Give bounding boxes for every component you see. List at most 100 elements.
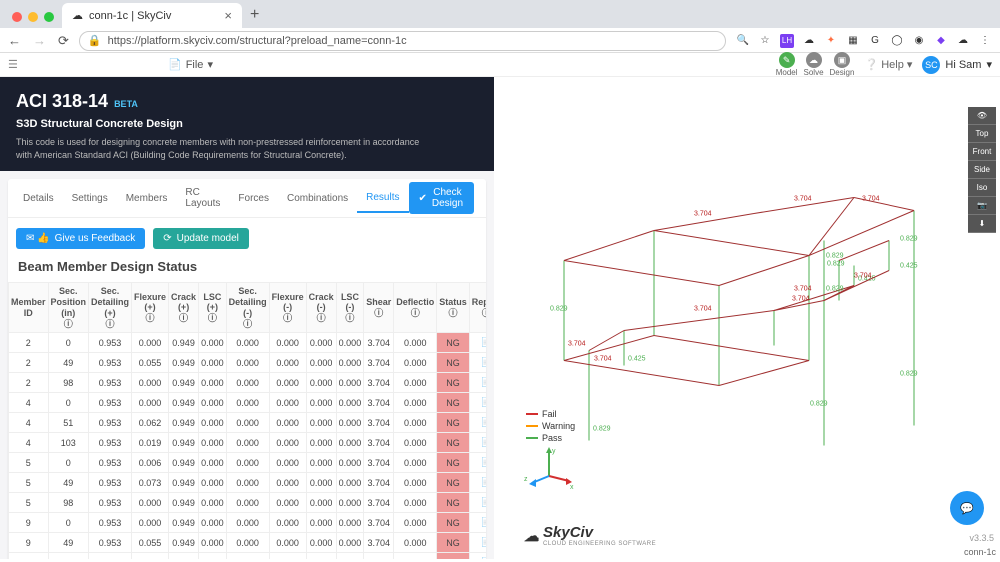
update-model-button[interactable]: ⟳ Update model bbox=[153, 228, 249, 249]
ext-icon[interactable]: ☁ bbox=[802, 34, 816, 48]
file-label: File bbox=[186, 59, 204, 71]
browser-tab[interactable]: ☁ conn-1c | SkyCiv × bbox=[62, 3, 242, 28]
tab-members[interactable]: Members bbox=[117, 185, 177, 212]
svg-text:0.829: 0.829 bbox=[900, 371, 918, 378]
tab-results[interactable]: Results bbox=[357, 184, 408, 213]
table-row: 4510.9530.0620.9490.0000.0000.0000.0000.… bbox=[9, 413, 487, 433]
svg-text:3.704: 3.704 bbox=[794, 196, 812, 203]
ext-icon[interactable]: ☁ bbox=[956, 34, 970, 48]
menu-icon[interactable]: ⋮ bbox=[978, 34, 992, 48]
report-icon[interactable]: 📄 bbox=[481, 437, 486, 447]
check-design-button[interactable]: ✔ Check Design bbox=[409, 182, 475, 214]
tab-settings[interactable]: Settings bbox=[63, 185, 117, 212]
status-cell: NG bbox=[437, 493, 470, 513]
svg-text:3.704: 3.704 bbox=[594, 356, 612, 363]
maximize-window-icon[interactable] bbox=[44, 12, 54, 22]
report-icon[interactable]: 📄 bbox=[481, 337, 486, 347]
code-subtitle: S3D Structural Concrete Design bbox=[16, 118, 478, 130]
ext-icon[interactable]: ◯ bbox=[890, 34, 904, 48]
forward-icon[interactable]: → bbox=[33, 33, 46, 49]
status-cell: NG bbox=[437, 473, 470, 493]
close-window-icon[interactable] bbox=[12, 12, 22, 22]
menu-icon[interactable]: ☰ bbox=[8, 58, 28, 71]
address-bar[interactable]: 🔒 https://platform.skyciv.com/structural… bbox=[79, 31, 726, 51]
ext-icon[interactable]: ◉ bbox=[912, 34, 926, 48]
file-menu[interactable]: 📄 File ▾ bbox=[168, 58, 213, 71]
col-header: Member ID bbox=[9, 283, 49, 333]
report-icon[interactable]: 📄 bbox=[481, 497, 486, 507]
report-icon[interactable]: 📄 bbox=[481, 477, 486, 487]
status-cell: NG bbox=[437, 453, 470, 473]
svg-text:0.829: 0.829 bbox=[900, 236, 918, 243]
view-download-button[interactable]: ⬇ bbox=[968, 215, 996, 233]
legend-fail: Fail bbox=[542, 409, 557, 419]
report-icon[interactable]: 📄 bbox=[481, 517, 486, 527]
view-camera-button[interactable]: 📷 bbox=[968, 197, 996, 215]
col-header: Deflectio ⓘ bbox=[394, 283, 437, 333]
new-tab-button[interactable]: + bbox=[242, 2, 267, 28]
report-icon[interactable]: 📄 bbox=[481, 417, 486, 427]
results-table-wrap[interactable]: Member IDSec. Position (in) ⓘSec. Detail… bbox=[8, 282, 486, 559]
tab-forces[interactable]: Forces bbox=[229, 185, 278, 212]
chevron-down-icon: ▾ bbox=[207, 58, 213, 71]
report-icon[interactable]: 📄 bbox=[481, 457, 486, 467]
browser-chrome: ☁ conn-1c | SkyCiv × + ← → ⟳ 🔒 https://p… bbox=[0, 0, 1000, 53]
user-menu[interactable]: SC Hi Sam ▾ bbox=[922, 56, 992, 74]
mode-solve[interactable]: ☁Solve bbox=[804, 52, 824, 77]
search-icon[interactable]: 🔍 bbox=[736, 34, 750, 48]
ext-icon[interactable]: ◆ bbox=[934, 34, 948, 48]
results-table: Member IDSec. Position (in) ⓘSec. Detail… bbox=[8, 282, 486, 559]
report-icon[interactable]: 📄 bbox=[481, 397, 486, 407]
report-icon[interactable]: 📄 bbox=[481, 357, 486, 367]
ext-icon[interactable]: ▦ bbox=[846, 34, 860, 48]
table-row: 900.9530.0000.9490.0000.0000.0000.0000.0… bbox=[9, 513, 487, 533]
close-tab-icon[interactable]: × bbox=[224, 8, 232, 23]
status-cell: NG bbox=[437, 353, 470, 373]
svg-text:y: y bbox=[552, 448, 556, 455]
feedback-button[interactable]: ✉ 👍 Give us Feedback bbox=[16, 228, 145, 249]
star-icon[interactable]: ☆ bbox=[758, 34, 772, 48]
view-eye-button[interactable]: 👁 bbox=[968, 107, 996, 125]
viewer-3d[interactable]: 👁 Top Front Side Iso 📷 ⬇ 0.829 0.829 0.8… bbox=[494, 77, 1000, 559]
view-controls: 👁 Top Front Side Iso 📷 ⬇ bbox=[968, 107, 996, 233]
tab-title: conn-1c | SkyCiv bbox=[89, 10, 171, 22]
col-header: Flexure (+) ⓘ bbox=[132, 283, 169, 333]
svg-text:3.704: 3.704 bbox=[694, 306, 712, 313]
view-iso-button[interactable]: Iso bbox=[968, 179, 996, 197]
reload-icon[interactable]: ⟳ bbox=[58, 33, 69, 49]
window-controls[interactable] bbox=[8, 12, 62, 28]
tab-combinations[interactable]: Combinations bbox=[278, 185, 357, 212]
file-icon: 📄 bbox=[168, 58, 182, 71]
svg-text:0.829: 0.829 bbox=[826, 253, 844, 260]
view-front-button[interactable]: Front bbox=[968, 143, 996, 161]
browser-extensions: 🔍 ☆ LH ☁ ✦ ▦ G ◯ ◉ ◆ ☁ ⋮ bbox=[736, 34, 992, 48]
back-icon[interactable]: ← bbox=[8, 33, 21, 49]
svg-text:3.704: 3.704 bbox=[862, 196, 880, 203]
skyciv-logo: ☁ SkyCiv CLOUD ENGINEERING SOFTWARE bbox=[524, 524, 656, 547]
minimize-window-icon[interactable] bbox=[28, 12, 38, 22]
mode-design[interactable]: ▣Design bbox=[830, 52, 855, 77]
help-menu[interactable]: ❔ Help ▾ bbox=[864, 58, 912, 71]
ext-icon[interactable]: G bbox=[868, 34, 882, 48]
ext-icon[interactable]: ✦ bbox=[824, 34, 838, 48]
table-row: 500.9530.0060.9490.0000.0000.0000.0000.0… bbox=[9, 453, 487, 473]
mode-model[interactable]: ✎Model bbox=[776, 52, 798, 77]
status-cell: NG bbox=[437, 393, 470, 413]
status-cell: NG bbox=[437, 413, 470, 433]
report-icon[interactable]: 📄 bbox=[481, 377, 486, 387]
file-name-label: conn-1c bbox=[964, 547, 996, 557]
version-label: v3.3.5 bbox=[969, 533, 994, 543]
chat-button[interactable]: 💬 bbox=[950, 491, 984, 525]
ext-icon[interactable]: LH bbox=[780, 34, 794, 48]
tab-rc-layouts[interactable]: RC Layouts bbox=[176, 179, 229, 217]
view-top-button[interactable]: Top bbox=[968, 125, 996, 143]
code-name: ACI 318-14 bbox=[16, 91, 108, 112]
view-side-button[interactable]: Side bbox=[968, 161, 996, 179]
svg-text:0.829: 0.829 bbox=[826, 286, 844, 293]
table-row: 5980.9530.0000.9490.0000.0000.0000.0000.… bbox=[9, 493, 487, 513]
svg-text:0.829: 0.829 bbox=[810, 401, 828, 408]
table-row: 9490.9530.0550.9490.0000.0000.0000.0000.… bbox=[9, 533, 487, 553]
tab-details[interactable]: Details bbox=[14, 185, 63, 212]
report-icon[interactable]: 📄 bbox=[481, 537, 486, 547]
status-cell: NG bbox=[437, 333, 470, 353]
